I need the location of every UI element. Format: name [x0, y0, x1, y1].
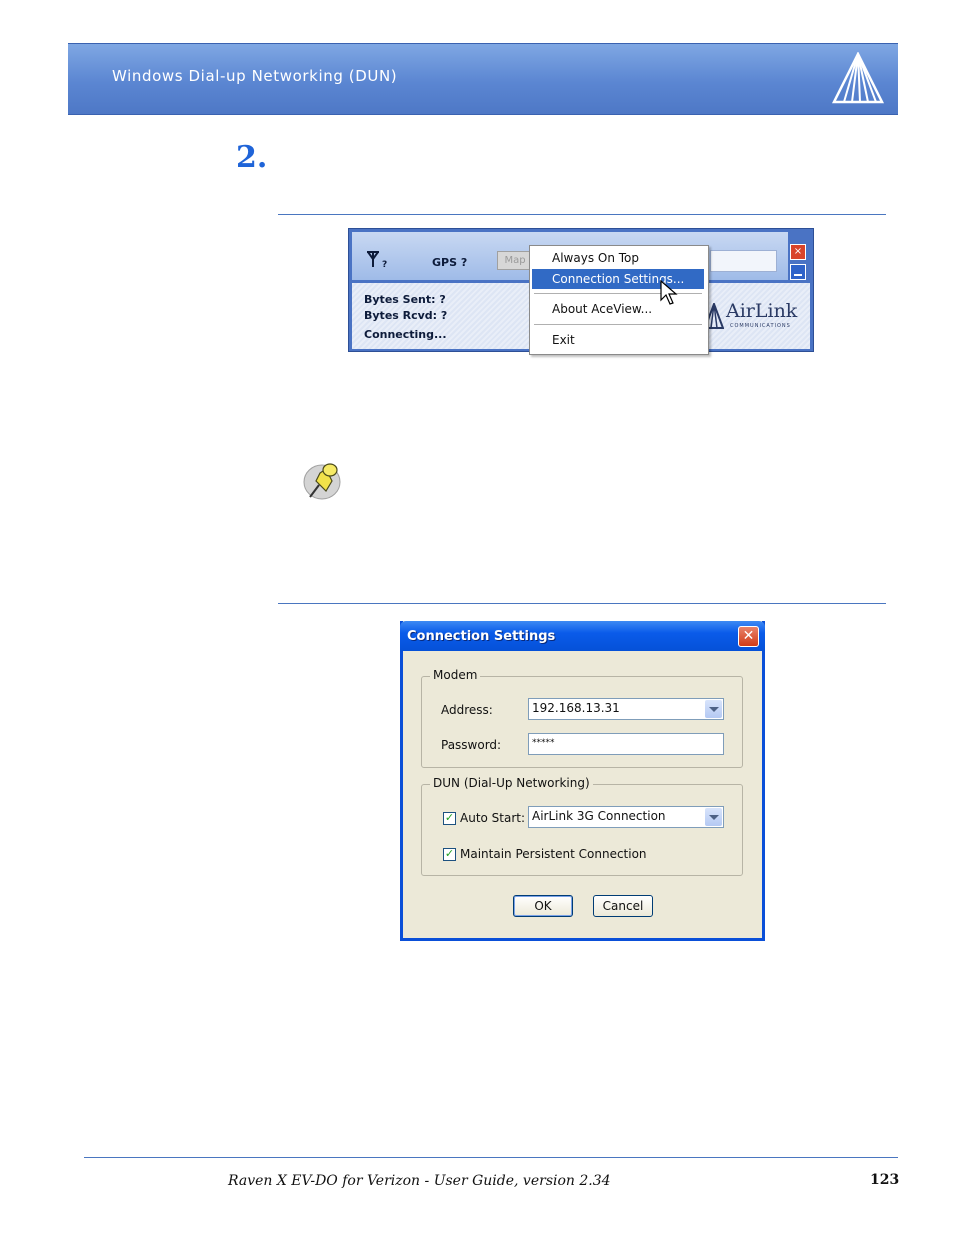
dialog-title-bar: Connection Settings ✕ — [400, 621, 765, 651]
step-number: 2. — [236, 140, 268, 175]
menu-item-always-on-top[interactable]: Always On Top — [532, 248, 704, 268]
page-number: 123 — [870, 1172, 900, 1188]
password-field[interactable]: ***** — [528, 733, 724, 755]
modem-group-label: Modem — [430, 668, 481, 682]
cancel-button[interactable]: Cancel — [593, 895, 653, 917]
persistent-connection-label: Maintain Persistent Connection — [460, 847, 647, 861]
pushpin-icon — [303, 463, 341, 500]
aceview-close-button[interactable]: × — [790, 244, 806, 260]
chevron-down-icon[interactable] — [705, 808, 722, 826]
address-label: Address: — [441, 703, 493, 717]
password-label: Password: — [441, 738, 502, 752]
ok-button[interactable]: OK — [513, 895, 573, 917]
signal-value: ? — [382, 260, 388, 270]
menu-item-about-aceview[interactable]: About AceView... — [532, 299, 704, 319]
aceview-minimize-button[interactable] — [790, 264, 806, 280]
section-title: Windows Dial-up Networking (DUN) — [112, 67, 398, 85]
auto-start-value: AirLink 3G Connection — [532, 809, 666, 823]
airlink-brand: AirLink — [726, 300, 798, 322]
airlink-brand-subtitle: COMMUNICATIONS — [730, 323, 791, 329]
menu-item-connection-settings[interactable]: Connection Settings... — [532, 269, 704, 289]
dialog-close-button[interactable]: ✕ — [738, 626, 759, 647]
dialog-title: Connection Settings — [407, 629, 556, 644]
chevron-down-icon[interactable] — [705, 700, 722, 718]
dun-group-label: DUN (Dial-Up Networking) — [430, 776, 593, 790]
connection-settings-dialog: Connection Settings ✕ Modem Address: 192… — [400, 621, 765, 941]
dun-group: DUN (Dial-Up Networking) ✓ Auto Start: A… — [421, 776, 743, 876]
menu-separator — [534, 324, 702, 325]
header-banner: Windows Dial-up Networking (DUN) — [68, 43, 898, 115]
address-value: 192.168.13.31 — [532, 701, 620, 715]
menu-item-exit[interactable]: Exit — [532, 330, 704, 350]
persistent-connection-checkbox[interactable]: ✓ — [443, 848, 456, 861]
airlink-mountain-logo-icon — [831, 52, 885, 104]
address-dropdown[interactable]: 192.168.13.31 — [528, 698, 724, 720]
connection-status: Connecting... — [364, 328, 447, 341]
auto-start-dropdown[interactable]: AirLink 3G Connection — [528, 806, 724, 828]
mouse-pointer-icon — [660, 280, 678, 305]
bytes-received: Bytes Rcvd: ? — [364, 309, 448, 322]
aceview-field — [710, 250, 777, 272]
auto-start-checkbox[interactable]: ✓ — [443, 812, 456, 825]
gps-label: GPS ? — [432, 256, 468, 269]
signal-antenna-icon — [367, 251, 379, 267]
password-value: ***** — [532, 738, 555, 748]
section-divider-bottom — [278, 603, 886, 604]
footer-title: Raven X EV-DO for Verizon - User Guide, … — [228, 1173, 611, 1189]
context-menu: Always On Top Connection Settings... Abo… — [529, 245, 709, 355]
auto-start-label: Auto Start: — [460, 811, 526, 825]
bytes-sent: Bytes Sent: ? — [364, 293, 446, 306]
footer-divider — [84, 1157, 898, 1158]
modem-group: Modem Address: 192.168.13.31 Password: *… — [421, 668, 743, 768]
map-button[interactable]: Map — [497, 251, 533, 270]
section-divider-top — [278, 214, 886, 215]
